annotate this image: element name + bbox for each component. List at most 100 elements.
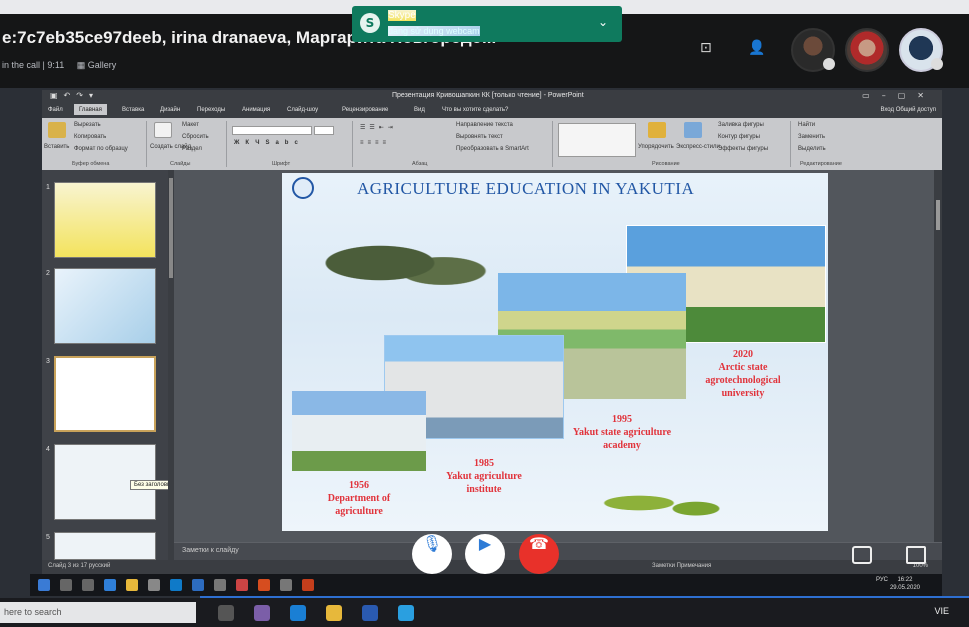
layout-button[interactable]: Макет xyxy=(182,122,199,128)
shapes-gallery[interactable] xyxy=(558,123,636,157)
list-buttons[interactable]: ☰☰⇤⇥ xyxy=(360,124,397,131)
slide-thumbnails: 1 2 3 4 5 Без заголовка xyxy=(42,170,178,560)
slide-title: AGRICULTURE EDUCATION IN YAKUTIA xyxy=(357,179,695,198)
sign-in-link[interactable]: Вход xyxy=(880,107,894,113)
participant-avatar-2[interactable] xyxy=(845,28,889,72)
chrome-icon[interactable] xyxy=(236,579,248,591)
microphone-button[interactable]: 🎙 xyxy=(412,534,452,574)
tell-me-search[interactable]: Что вы хотите сделать? xyxy=(442,107,508,113)
camera-button[interactable]: ▶ xyxy=(465,534,505,574)
share-screen-icon[interactable] xyxy=(906,546,926,564)
windows-start-icon[interactable] xyxy=(38,579,50,591)
edge-icon[interactable] xyxy=(104,579,116,591)
notes-toggle[interactable]: Заметки xyxy=(652,563,675,569)
shape-outline-button[interactable]: Контур фигуры xyxy=(718,134,760,140)
system-tray[interactable]: РУС xyxy=(876,577,888,583)
slide-thumbnail-1[interactable] xyxy=(54,182,156,258)
folder-icon[interactable] xyxy=(126,579,138,591)
tab-review[interactable]: Рецензирование xyxy=(342,107,388,113)
scroll-thumb[interactable] xyxy=(169,178,173,278)
mail-icon[interactable] xyxy=(192,579,204,591)
viber-icon[interactable] xyxy=(254,605,270,621)
powerpoint-icon[interactable] xyxy=(302,579,314,591)
app-icon[interactable] xyxy=(280,579,292,591)
store-icon[interactable] xyxy=(148,579,160,591)
layout-icon[interactable]: ⊡ xyxy=(700,40,712,56)
tab-insert[interactable]: Вставка xyxy=(122,107,144,113)
app-icon[interactable] xyxy=(214,579,226,591)
comments-toggle[interactable]: Примечания xyxy=(677,563,712,569)
language-indicator[interactable]: VIE xyxy=(934,606,949,616)
copy-button[interactable]: Копировать xyxy=(74,134,106,140)
scroll-thumb[interactable] xyxy=(936,200,940,230)
quick-access-toolbar[interactable]: ▣↶↷▾ xyxy=(50,91,99,100)
quick-styles-icon[interactable] xyxy=(684,122,702,138)
camera-icon: ▶ xyxy=(478,534,492,553)
shape-effects-button[interactable]: Эффекты фигуры xyxy=(718,146,768,152)
tab-slideshow[interactable]: Слайд-шоу xyxy=(287,107,318,113)
slide-thumbnail-3[interactable] xyxy=(54,356,156,432)
format-painter-button[interactable]: Формат по образцу xyxy=(74,146,128,152)
hangup-button[interactable]: ☎ xyxy=(519,534,559,574)
slide-thumbnail-5[interactable] xyxy=(54,532,156,560)
sign-in-share[interactable]: Вход Общий доступ xyxy=(880,107,936,113)
tab-transitions[interactable]: Переходы xyxy=(197,107,225,113)
editing-group-label: Редактирование xyxy=(800,161,842,167)
firefox-icon[interactable] xyxy=(258,579,270,591)
tab-view[interactable]: Вид xyxy=(414,107,425,113)
align-buttons[interactable]: ≡≡≡≡ xyxy=(360,140,390,146)
taskbar-search-box[interactable]: here to search xyxy=(0,602,196,623)
arrange-button[interactable]: Упорядочить xyxy=(638,144,674,150)
font-name-input[interactable] xyxy=(232,126,312,135)
shape-fill-button[interactable]: Заливка фигуры xyxy=(718,122,764,128)
smartart-button[interactable]: Преобразовать в SmartArt xyxy=(456,146,529,152)
app-icon[interactable] xyxy=(170,579,182,591)
tab-animation[interactable]: Анимация xyxy=(242,107,270,113)
add-participant-icon[interactable]: 👤 xyxy=(748,40,765,56)
caption-2020: 2020 Arctic state agrotechnological univ… xyxy=(705,349,781,399)
select-button[interactable]: Выделить xyxy=(798,146,826,152)
edge-icon[interactable] xyxy=(290,605,306,621)
paste-button[interactable]: Вставить xyxy=(44,144,69,150)
font-format-buttons[interactable]: ЖКЧSabc xyxy=(234,140,304,146)
paste-icon[interactable] xyxy=(48,122,66,138)
folder-icon[interactable] xyxy=(326,605,342,621)
replace-button[interactable]: Заменить xyxy=(798,134,825,140)
status-toggles[interactable]: Заметки Примечания xyxy=(652,563,711,569)
call-status: in the call | 9:11 ▦ Gallery xyxy=(2,60,116,71)
slide-scrollbar[interactable] xyxy=(934,170,942,542)
align-text-button[interactable]: Выровнять текст xyxy=(456,134,503,140)
cut-button[interactable]: Вырезать xyxy=(74,122,101,128)
drawing-group-label: Рисование xyxy=(652,161,680,167)
search-placeholder: here to search xyxy=(4,607,62,617)
section-button[interactable]: Раздел xyxy=(182,146,202,152)
reset-button[interactable]: Сбросить xyxy=(182,134,209,140)
local-taskbar: here to search VIE xyxy=(0,598,969,627)
task-view-icon[interactable] xyxy=(82,579,94,591)
new-slide-icon[interactable] xyxy=(154,122,172,138)
slide-editing-area: AGRICULTURE EDUCATION IN YAKUTIA 2020 Ar… xyxy=(174,170,942,542)
current-slide[interactable]: AGRICULTURE EDUCATION IN YAKUTIA 2020 Ar… xyxy=(282,173,828,531)
quick-styles-button[interactable]: Экспресс-стили xyxy=(676,144,720,150)
tab-design[interactable]: Дизайн xyxy=(160,107,180,113)
remote-taskbar: РУС 16:22 29.05.2020 xyxy=(30,574,942,596)
gallery-button[interactable]: ▦ Gallery xyxy=(77,60,117,70)
skype-icon[interactable] xyxy=(398,605,414,621)
arrange-icon[interactable] xyxy=(648,122,666,138)
chat-icon[interactable] xyxy=(852,546,872,564)
webcam-notification[interactable]: S Skype đang sử dụng webcam ⌄ xyxy=(352,6,622,42)
thumb-number: 3 xyxy=(46,358,50,365)
tab-home[interactable]: Главная xyxy=(74,104,107,115)
slide-thumbnail-2[interactable] xyxy=(54,268,156,344)
text-direction-button[interactable]: Направление текста xyxy=(456,122,513,128)
search-icon[interactable] xyxy=(60,579,72,591)
powerpoint-window: ▣↶↷▾ Презентация Кривошапкин КК [только … xyxy=(42,90,942,574)
share-button[interactable]: Общий доступ xyxy=(896,107,936,113)
font-size-input[interactable] xyxy=(314,126,334,135)
find-button[interactable]: Найти xyxy=(798,122,815,128)
tab-file[interactable]: Файл xyxy=(48,107,63,113)
word-icon[interactable] xyxy=(362,605,378,621)
chevron-down-icon[interactable]: ⌄ xyxy=(598,15,608,29)
task-view-icon[interactable] xyxy=(218,605,234,621)
window-controls[interactable]: ▭–▢✕ xyxy=(862,91,936,100)
